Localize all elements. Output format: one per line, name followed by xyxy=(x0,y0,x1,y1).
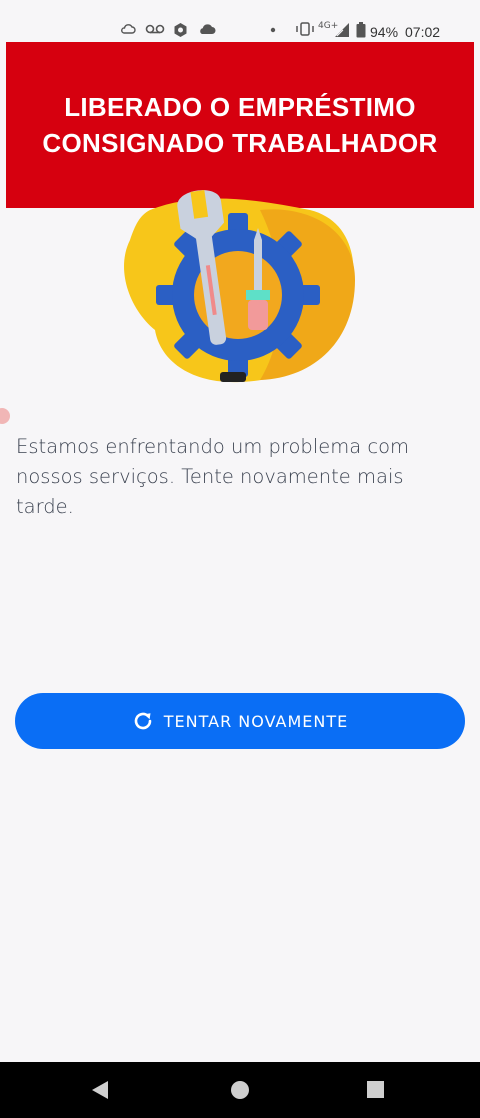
refresh-icon xyxy=(132,710,154,732)
banner-line-2: CONSIGNADO TRABALHADOR xyxy=(42,128,438,158)
tools-gear-icon xyxy=(110,190,370,390)
retry-button-label: TENTAR NOVAMENTE xyxy=(163,711,349,731)
app-icon xyxy=(173,22,188,43)
recents-icon[interactable] xyxy=(367,1081,384,1098)
back-icon[interactable] xyxy=(92,1081,108,1099)
status-bar: 4G+ 94% 07:02 xyxy=(0,0,480,44)
banner-line-1: LIBERADO O EMPRÉSTIMO xyxy=(64,92,416,122)
cloud-outline-icon xyxy=(120,22,136,41)
indicator-dot xyxy=(0,408,10,424)
signal-icon xyxy=(334,22,350,43)
promo-banner: LIBERADO O EMPRÉSTIMO CONSIGNADO TRABALH… xyxy=(6,42,474,208)
cloud-icon xyxy=(198,22,216,40)
vibrate-icon xyxy=(295,22,315,41)
battery-icon xyxy=(356,22,366,43)
voicemail-icon xyxy=(145,22,165,41)
error-message: Estamos enfrentando um problema com noss… xyxy=(16,435,410,518)
dot-icon xyxy=(270,22,276,41)
system-navigation-bar xyxy=(0,1062,480,1118)
retry-button[interactable]: TENTAR NOVAMENTE xyxy=(15,693,465,749)
clock: 07:02 xyxy=(405,24,441,40)
battery-percent: 94% xyxy=(370,24,399,40)
home-icon[interactable] xyxy=(231,1081,249,1099)
